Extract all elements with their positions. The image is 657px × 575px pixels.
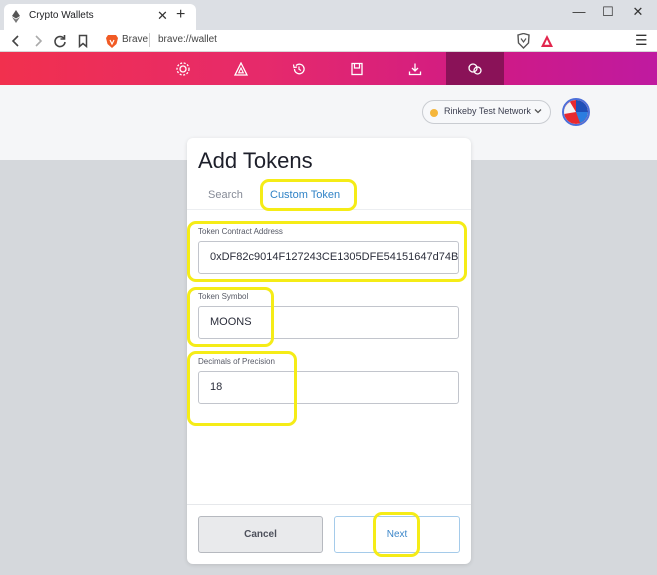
- account-avatar[interactable]: [562, 98, 590, 126]
- nav-rewards-icon[interactable]: [212, 52, 270, 85]
- contract-address-input[interactable]: 0xDF82c9014F127243CE1305DFE54151647d74B2…: [198, 241, 459, 274]
- brave-shields-icon[interactable]: [516, 33, 531, 49]
- network-selector[interactable]: Rinkeby Test Network: [422, 100, 551, 124]
- reload-icon[interactable]: [51, 32, 69, 50]
- wallet-favicon-icon: [12, 10, 20, 23]
- chevron-down-icon: [534, 109, 542, 114]
- token-symbol-input[interactable]: MOONS: [198, 306, 459, 339]
- bookmark-icon[interactable]: [74, 32, 92, 50]
- nav-download-icon[interactable]: [386, 52, 444, 85]
- tab-title: Crypto Wallets: [29, 10, 94, 21]
- forward-icon[interactable]: [29, 32, 47, 50]
- url-separator: [149, 33, 150, 47]
- nav-ledger-icon[interactable]: [328, 52, 386, 85]
- new-tab-icon[interactable]: +: [176, 5, 185, 25]
- decimals-label: Decimals of Precision: [198, 357, 275, 366]
- add-tokens-modal: Add Tokens Search Custom Token Token Con…: [187, 138, 471, 564]
- hamburger-menu-icon[interactable]: ☰: [635, 32, 648, 49]
- nav-wallets-icon[interactable]: [446, 52, 504, 85]
- nav-crypto-icon[interactable]: [154, 52, 212, 85]
- tab-search[interactable]: Search: [208, 189, 243, 201]
- decimals-input[interactable]: 18: [198, 371, 459, 404]
- close-tab-icon[interactable]: ✕: [157, 7, 168, 25]
- contract-address-label: Token Contract Address: [198, 227, 283, 236]
- cancel-button[interactable]: Cancel: [198, 516, 323, 553]
- network-label: Rinkeby Test Network: [444, 106, 531, 116]
- bat-rewards-icon[interactable]: [540, 34, 554, 48]
- close-window-icon[interactable]: ✕: [628, 4, 648, 20]
- next-button[interactable]: Next: [334, 516, 460, 553]
- back-icon[interactable]: [7, 32, 25, 50]
- brave-lion-icon: [106, 35, 118, 48]
- minimize-icon[interactable]: —: [569, 4, 589, 20]
- tab-custom-token[interactable]: Custom Token: [270, 189, 340, 201]
- address-bar[interactable]: brave://wallet: [158, 34, 217, 45]
- site-brand-label: Brave: [122, 34, 149, 45]
- browser-tab[interactable]: Crypto Wallets ✕: [4, 4, 196, 30]
- account-blockie-icon: [564, 100, 588, 124]
- token-symbol-label: Token Symbol: [198, 292, 249, 301]
- browser-toolbar: Brave brave://wallet ☰: [0, 30, 657, 52]
- modal-title: Add Tokens: [198, 148, 313, 173]
- tabs-divider: [187, 209, 471, 210]
- nav-history-icon[interactable]: [270, 52, 328, 85]
- maximize-icon[interactable]: ☐: [598, 4, 618, 20]
- footer-divider: [187, 504, 471, 505]
- wallet-nav-bar: [0, 52, 657, 85]
- browser-tab-strip: Crypto Wallets ✕ + — ☐ ✕: [0, 0, 657, 30]
- network-status-dot: [430, 109, 438, 117]
